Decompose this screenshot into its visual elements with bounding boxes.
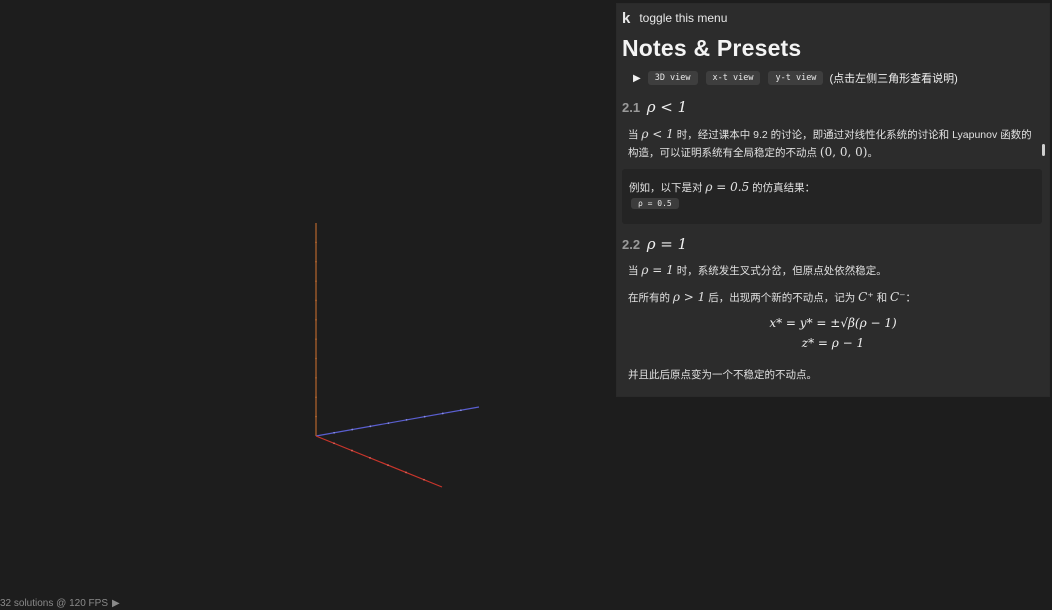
y-axis-tick	[405, 418, 408, 421]
para-text: 后，出现两个新的不动点，记为	[708, 292, 856, 304]
x-axis	[315, 435, 443, 488]
menu-toggle-hint: k toggle this menu	[622, 9, 728, 27]
play-icon[interactable]: ▶	[112, 598, 120, 610]
z-axis-tick	[315, 260, 317, 263]
y-axis-tick	[441, 412, 444, 415]
z-axis-tick	[315, 299, 317, 302]
x-axis-tick	[423, 478, 425, 481]
section-heading-2-1: 2.1 ρ < 1	[622, 98, 687, 116]
x-axis-tick	[405, 471, 407, 474]
example-suffix: 的仿真结果：	[752, 182, 816, 194]
z-axis-tick	[315, 357, 317, 360]
z-axis-tick	[315, 396, 317, 399]
z-axis-tick	[315, 338, 317, 341]
expand-triangle-icon[interactable]: ▶	[633, 73, 641, 84]
y-axis-tick	[369, 425, 372, 428]
x-axis-tick	[387, 464, 389, 467]
z-axis-tick	[315, 318, 317, 321]
x-axis-tick	[369, 456, 371, 459]
formula-xy: x* = y* = ±√β(ρ − 1)	[769, 316, 897, 330]
para-text: 和	[876, 292, 888, 304]
menu-hint-text: toggle this menu	[639, 11, 728, 25]
z-axis-tick	[315, 377, 317, 379]
para-math: ρ = 1	[641, 263, 674, 277]
y-axis-tick	[387, 422, 390, 425]
section-number: 2.2	[622, 237, 641, 252]
para-math: C⁻	[890, 290, 906, 304]
section-2-paragraph-1: 当 ρ = 1 时，系统发生叉式分岔，但原点处依然稳定。	[628, 262, 1033, 280]
y-axis-tick	[459, 409, 462, 412]
preset-rho-0-5-button[interactable]: ρ = 0.5	[631, 198, 679, 209]
x-axis-tick	[333, 442, 335, 445]
section-heading-2-2: 2.2 ρ = 1	[622, 235, 687, 253]
section-heading-math: ρ < 1	[646, 98, 688, 116]
notes-panel: k toggle this menu Notes & Presets ▶ 3D …	[617, 4, 1049, 396]
x-axis-tick	[351, 449, 353, 452]
para-math: C⁺	[858, 290, 874, 304]
z-axis-tick	[315, 241, 317, 244]
example-math: ρ = 0.5	[705, 180, 750, 194]
para-text: 。	[867, 147, 878, 159]
y-axis	[315, 406, 480, 437]
section-number: 2.1	[622, 100, 641, 115]
views-row: ▶ 3D view x-t view y-t view (点击左侧三角形查看说明…	[633, 70, 958, 86]
para-text: 当	[628, 265, 639, 277]
panel-title: Notes & Presets	[622, 35, 802, 61]
view-yt-button[interactable]: y-t view	[768, 71, 824, 85]
example-prefix: 例如，以下是对	[629, 182, 703, 194]
para-math: ρ > 1	[672, 290, 706, 304]
para-text: ：	[905, 292, 917, 304]
z-axis-tick	[315, 415, 317, 418]
section-2-paragraph-3: 并且此后原点变为一个不稳定的不动点。	[628, 369, 817, 381]
section-2-paragraph-2: 在所有的 ρ > 1 后，出现两个新的不动点，记为 C⁺ 和 C⁻：	[628, 289, 1033, 307]
para-text: 当	[628, 129, 639, 141]
example-text: 例如，以下是对 ρ = 0.5 的仿真结果：	[629, 180, 815, 195]
para-text: 时，系统发生叉式分岔，但原点处依然稳定。	[676, 265, 887, 277]
fps-status: 32 solutions @ 120 FPS ▶	[0, 598, 120, 610]
fps-status-text: 32 solutions @ 120 FPS	[0, 598, 108, 609]
y-axis-tick	[351, 428, 354, 431]
y-axis-tick	[333, 431, 336, 434]
view-3d-button[interactable]: 3D view	[647, 71, 698, 85]
y-axis-tick	[423, 415, 426, 418]
para-text: 在所有的	[628, 292, 670, 304]
views-hint: (点击左侧三角形查看说明)	[829, 73, 958, 85]
formula-z: z* = ρ − 1	[801, 336, 865, 350]
para-math: ρ < 1	[641, 127, 674, 141]
menu-key: k	[622, 9, 631, 27]
panel-scrollbar[interactable]	[1042, 144, 1045, 156]
section-heading-math: ρ = 1	[646, 235, 688, 253]
example-box: 例如，以下是对 ρ = 0.5 的仿真结果： ρ = 0.5	[622, 169, 1042, 224]
view-xt-button[interactable]: x-t view	[705, 71, 761, 85]
para-math: (0, 0, 0)	[819, 145, 868, 159]
section-1-paragraph: 当 ρ < 1 时，经过课本中 9.2 的讨论，即通过对线性化系统的讨论和 Ly…	[628, 126, 1033, 162]
z-axis-tick	[315, 280, 317, 282]
